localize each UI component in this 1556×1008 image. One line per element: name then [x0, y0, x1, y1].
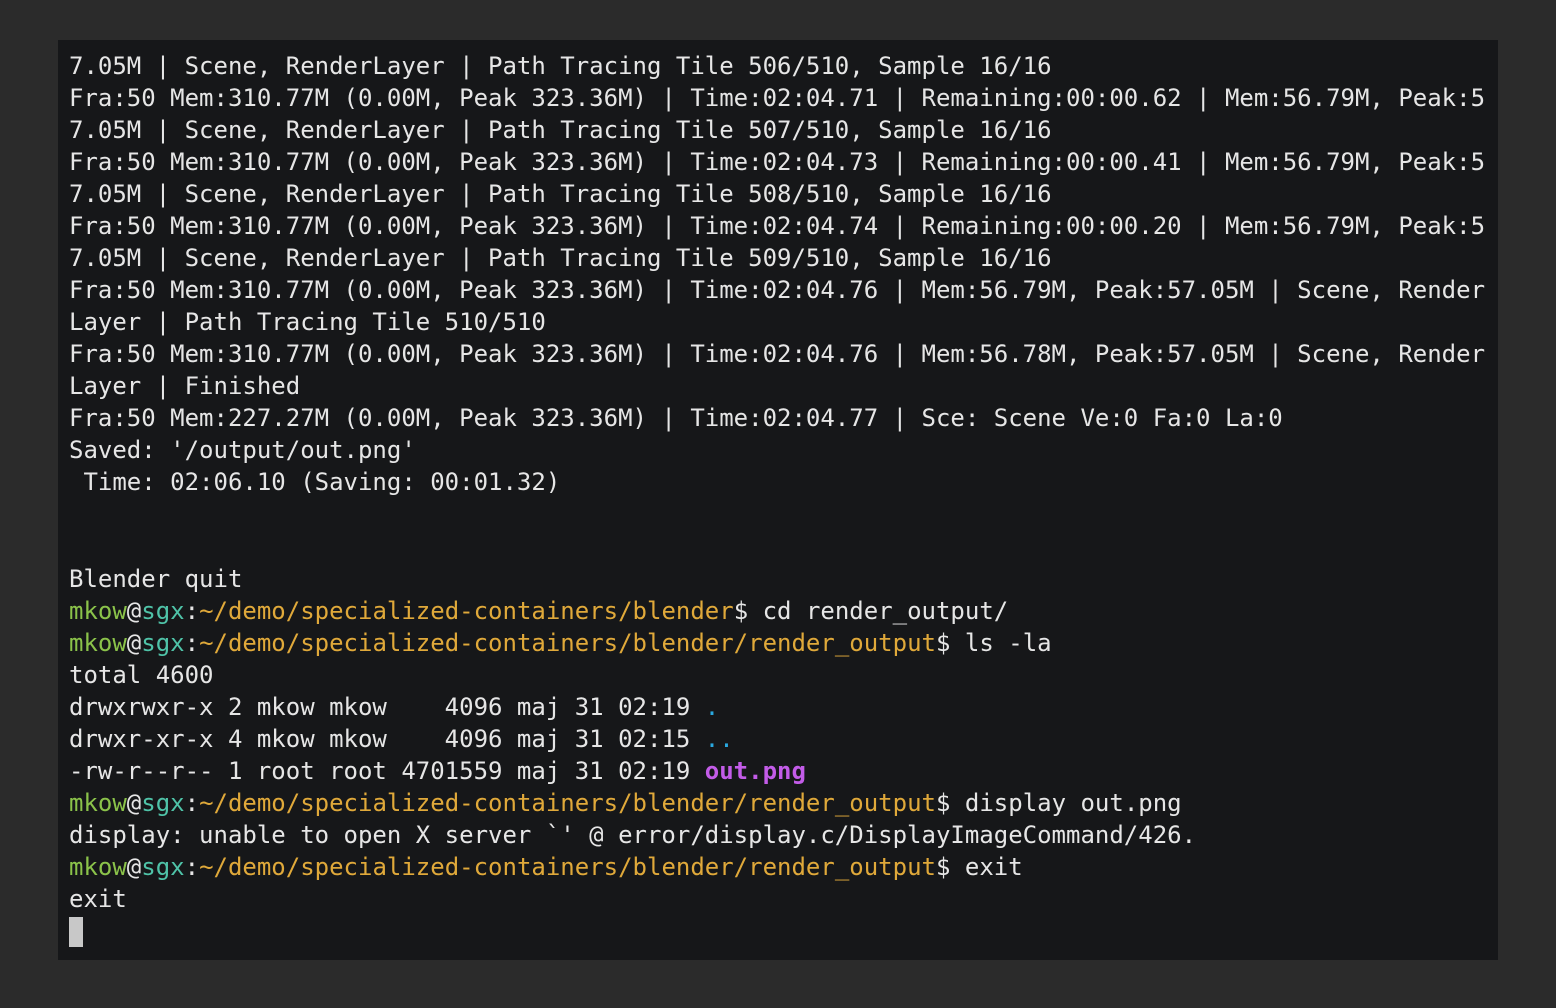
prompt-host: sgx — [141, 853, 185, 881]
ls-row: drwxrwxr-x 2 mkow mkow 4096 maj 31 02:19… — [69, 691, 1498, 723]
prompt-host: sgx — [141, 597, 185, 625]
ls-row-name: out.png — [704, 757, 806, 785]
prompt-line: mkow@sgx:~/demo/specialized-containers/b… — [69, 595, 1498, 627]
output-line: 7.05M | Scene, RenderLayer | Path Tracin… — [69, 116, 1052, 144]
prompt-colon: : — [184, 789, 200, 817]
prompt-at: @ — [126, 853, 142, 881]
error-message: display: unable to open X server `' @ er… — [69, 821, 1197, 849]
prompt-path: ~/demo/specialized-containers/blender/re… — [199, 789, 936, 817]
prompt-line: mkow@sgx:~/demo/specialized-containers/b… — [69, 787, 1498, 819]
ls-row: drwxr-xr-x 4 mkow mkow 4096 maj 31 02:15… — [69, 723, 1498, 755]
output-line: Fra:50 Mem:310.77M (0.00M, Peak 323.36M)… — [69, 84, 1486, 112]
prompt-dollar: $ — [935, 789, 965, 817]
prompt-dollar: $ — [935, 853, 965, 881]
ls-row-meta: -rw-r--r-- 1 root root 4701559 maj 31 02… — [69, 757, 705, 785]
prompt-path: ~/demo/specialized-containers/blender — [199, 597, 734, 625]
input-line[interactable] — [69, 915, 1498, 947]
terminal-window[interactable]: 7.05M | Scene, RenderLayer | Path Tracin… — [58, 40, 1498, 960]
command-text: ls -la — [964, 629, 1052, 657]
prompt-user: mkow — [69, 789, 127, 817]
prompt-path: ~/demo/specialized-containers/blender/re… — [199, 629, 936, 657]
prompt-line: mkow@sgx:~/demo/specialized-containers/b… — [69, 627, 1498, 659]
output-line: Fra:50 Mem:310.77M (0.00M, Peak 323.36M)… — [69, 148, 1486, 176]
prompt-user: mkow — [69, 597, 127, 625]
command-text: cd render_output/ — [762, 597, 1009, 625]
prompt-host: sgx — [141, 789, 185, 817]
prompt-user: mkow — [69, 629, 127, 657]
command-text: exit — [964, 853, 1023, 881]
prompt-line: mkow@sgx:~/demo/specialized-containers/b… — [69, 851, 1498, 883]
prompt-path: ~/demo/specialized-containers/blender/re… — [199, 853, 936, 881]
ls-total: total 4600 — [69, 661, 214, 689]
prompt-host: sgx — [141, 629, 185, 657]
output-line: Fra:50 Mem:310.77M (0.00M, Peak 323.36M)… — [69, 276, 1486, 304]
prompt-colon: : — [184, 629, 200, 657]
prompt-dollar: $ — [733, 597, 763, 625]
prompt-colon: : — [184, 597, 200, 625]
ls-row: -rw-r--r-- 1 root root 4701559 maj 31 02… — [69, 755, 1498, 787]
output-line: Fra:50 Mem:227.27M (0.00M, Peak 323.36M)… — [69, 404, 1283, 432]
output-line: Layer | Path Tracing Tile 510/510 — [69, 308, 546, 336]
ls-row-name: . — [704, 693, 720, 721]
output-line: 7.05M | Scene, RenderLayer | Path Tracin… — [69, 244, 1052, 272]
ls-row-name: .. — [704, 725, 734, 753]
prompt-user: mkow — [69, 853, 127, 881]
output-line: Layer | Finished — [69, 372, 301, 400]
exit-output: exit — [69, 885, 127, 913]
output-line: 7.05M | Scene, RenderLayer | Path Tracin… — [69, 52, 1052, 80]
output-line: Fra:50 Mem:310.77M (0.00M, Peak 323.36M)… — [69, 340, 1486, 368]
output-line: 7.05M | Scene, RenderLayer | Path Tracin… — [69, 180, 1052, 208]
text-cursor[interactable] — [69, 917, 83, 947]
output-line: Fra:50 Mem:310.77M (0.00M, Peak 323.36M)… — [69, 212, 1486, 240]
prompt-dollar: $ — [935, 629, 965, 657]
output-line: Time: 02:06.10 (Saving: 00:01.32) — [69, 468, 561, 496]
ls-row-meta: drwxr-xr-x 4 mkow mkow 4096 maj 31 02:15 — [69, 725, 705, 753]
ls-row-meta: drwxrwxr-x 2 mkow mkow 4096 maj 31 02:19 — [69, 693, 705, 721]
command-text: display out.png — [964, 789, 1182, 817]
output-line: Saved: '/output/out.png' — [69, 436, 416, 464]
prompt-at: @ — [126, 789, 142, 817]
prompt-at: @ — [126, 629, 142, 657]
quit-message: Blender quit — [69, 565, 243, 593]
prompt-at: @ — [126, 597, 142, 625]
prompt-colon: : — [184, 853, 200, 881]
